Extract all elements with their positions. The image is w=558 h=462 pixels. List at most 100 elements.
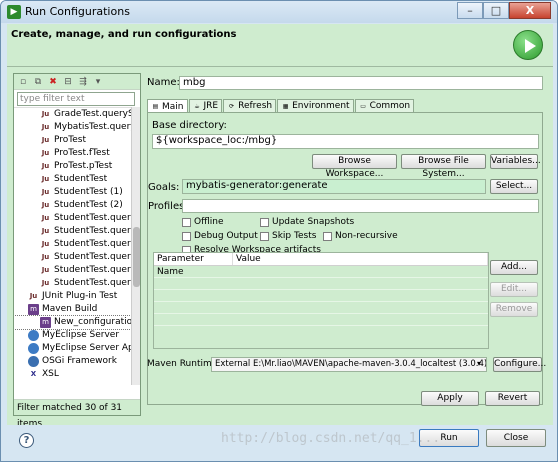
tree-item[interactable]: Ju StudentTest.query — [14, 277, 131, 290]
list-toolbar: ▫ ⧉ ✖ ⊟ ⇶ ▾ — [14, 74, 140, 90]
new-config-icon[interactable]: ▫ — [17, 76, 29, 88]
maven-runtime-select[interactable]: External E:\Mr.liao\MAVEN\apache-maven-3… — [211, 357, 487, 372]
update-snapshots-checkbox[interactable]: Update Snapshots — [260, 217, 354, 227]
tree-item[interactable]: Ju StudentTest (2) — [14, 199, 131, 212]
chevron-down-icon[interactable]: ▾ — [92, 76, 104, 88]
select-goals-button[interactable]: Select... — [490, 179, 538, 194]
minimize-button[interactable]: – — [457, 2, 483, 19]
tab-label: Refresh — [238, 101, 273, 111]
close-button[interactable]: Close — [486, 429, 546, 447]
tree-item-label: StudentTest — [54, 174, 108, 184]
chevron-down-icon[interactable]: ▾ — [477, 359, 481, 368]
tree-item-label: StudentTest (1) — [54, 187, 123, 197]
tree-item-label: StudentTest.query — [54, 278, 131, 288]
value-column[interactable]: Value — [233, 253, 488, 265]
filter-input[interactable]: type filter text — [17, 92, 135, 106]
remove-parameter-button[interactable]: Remove — [490, 302, 538, 317]
close-window-button[interactable]: X — [509, 2, 551, 19]
tree-item-label: StudentTest.query — [54, 265, 131, 275]
checkbox-box[interactable] — [323, 231, 332, 241]
debug-output-checkbox[interactable]: Debug Output — [182, 231, 258, 241]
tree-item[interactable]: Ju StudentTest.query — [14, 264, 131, 277]
tree-item-label: StudentTest (2) — [54, 200, 123, 210]
tree-item[interactable]: OSGi Framework — [14, 355, 131, 368]
filter-status: Filter matched 30 of 31 items — [14, 399, 140, 429]
parameter-name-column[interactable]: Parameter Name — [154, 253, 233, 277]
non-recursive-checkbox[interactable]: Non-recursive — [323, 231, 398, 241]
browse-file-system-button[interactable]: Browse File System... — [401, 154, 486, 179]
apply-button[interactable]: Apply — [421, 391, 479, 406]
offline-checkbox[interactable]: Offline — [182, 217, 224, 227]
help-icon[interactable]: ? — [19, 433, 34, 448]
name-field[interactable]: mbg — [179, 76, 543, 90]
tab-refresh[interactable]: ⟳ Refresh — [223, 99, 277, 112]
tree-item[interactable]: Ju StudentTest.queryS — [14, 225, 131, 238]
tab-label: Environment — [292, 101, 350, 111]
name-label: Name: — [147, 77, 180, 88]
parameter-table[interactable]: Parameter Name Value — [153, 252, 489, 349]
tree-item[interactable]: Ju ProTest.pTest — [14, 160, 131, 173]
checkbox-box[interactable] — [182, 231, 191, 241]
maven-runtime-label: Maven Runtime: — [147, 359, 221, 369]
myeclipse-server-icon — [28, 343, 39, 354]
edit-parameter-button[interactable]: Edit... — [490, 282, 538, 297]
checkbox-box[interactable] — [182, 217, 191, 227]
profiles-field[interactable] — [182, 199, 539, 213]
base-directory-field[interactable]: ${workspace_loc:/mbg} — [152, 134, 539, 149]
junit-icon: Ju — [41, 175, 50, 183]
tab-common[interactable]: ▭ Common — [354, 99, 415, 112]
browse-workspace-button[interactable]: Browse Workspace... — [312, 154, 397, 179]
tree-item[interactable]: MyEclipse Server — [14, 329, 131, 342]
tab-label: Main — [162, 101, 184, 112]
checkbox-box[interactable] — [260, 231, 269, 241]
myeclipse-server-icon — [28, 330, 39, 341]
eclipse-run-icon: ▶ — [7, 5, 21, 19]
configuration-tree: Ju GradeTest.queryS Ju MybatisTest.query Ju P… — [14, 107, 131, 385]
tree-item[interactable]: Ju MybatisTest.query — [14, 121, 131, 134]
common-tab-icon: ▭ — [360, 102, 366, 110]
tree-item-label: MybatisTest.query — [54, 122, 131, 132]
revert-button[interactable]: Revert — [485, 391, 540, 406]
add-parameter-button[interactable]: Add... — [490, 260, 538, 275]
tree-item-label: ProTest — [54, 135, 87, 145]
tree-item[interactable]: Ju StudentTest.queryS — [14, 212, 131, 225]
tree-item-label: ProTest.pTest — [54, 161, 113, 171]
dialog-content: ▫ ⧉ ✖ ⊟ ⇶ ▾ type filter text Ju GradeTest… — [7, 67, 553, 429]
maximize-button[interactable]: □ — [483, 2, 509, 19]
tree-item[interactable]: m Maven Build — [14, 303, 131, 316]
tree-item[interactable]: Ju StudentTest — [14, 173, 131, 186]
tab-environment[interactable]: ▦ Environment — [277, 99, 354, 112]
tree-item[interactable]: Ju StudentTest (1) — [14, 186, 131, 199]
tree-item[interactable]: Ju ProTest — [14, 134, 131, 147]
tab-main[interactable]: ▤ Main — [147, 99, 188, 113]
tree-item[interactable]: Ju StudentTest.query — [14, 238, 131, 251]
scrollbar-thumb[interactable] — [133, 227, 140, 287]
goals-field[interactable]: mybatis-generator:generate — [182, 179, 486, 194]
duplicate-icon[interactable]: ⧉ — [32, 76, 44, 88]
skip-tests-checkbox[interactable]: Skip Tests — [260, 231, 316, 241]
tree-item-label: MyEclipse Server Ap — [42, 343, 131, 353]
junit-icon: Ju — [29, 292, 38, 300]
banner-title: Create, manage, and run configurations — [11, 29, 237, 40]
tree-item[interactable]: Ju GradeTest.queryS — [14, 108, 131, 121]
jre-tab-icon: ☕ — [194, 102, 200, 110]
tree-item[interactable]: Ju JUnit Plug-in Test — [14, 290, 131, 303]
filter-icon[interactable]: ⇶ — [77, 76, 89, 88]
variables-button[interactable]: Variables... — [490, 154, 541, 169]
collapse-all-icon[interactable]: ⊟ — [62, 76, 74, 88]
junit-icon: Ju — [41, 214, 50, 222]
tree-item[interactable]: X XSL — [14, 368, 131, 381]
offline-label: Offline — [194, 217, 224, 227]
config-tabs: ▤ Main ☕ JRE ⟳ Refresh ▦ Environment ▭ Common — [147, 99, 415, 113]
junit-icon: Ju — [41, 188, 50, 196]
tree-item[interactable]: MyEclipse Server Ap — [14, 342, 131, 355]
tree-item[interactable]: Ju ProTest.fTest — [14, 147, 131, 160]
tab-jre[interactable]: ☕ JRE — [188, 99, 223, 112]
tree-item[interactable]: m New_configuratio — [14, 315, 131, 330]
junit-icon: Ju — [41, 162, 50, 170]
delete-icon[interactable]: ✖ — [47, 76, 59, 88]
checkbox-box[interactable] — [260, 217, 269, 227]
configure-runtime-button[interactable]: Configure... — [493, 357, 546, 372]
tree-item[interactable]: Ju StudentTest.query — [14, 251, 131, 264]
tree-scrollbar[interactable] — [131, 107, 140, 385]
